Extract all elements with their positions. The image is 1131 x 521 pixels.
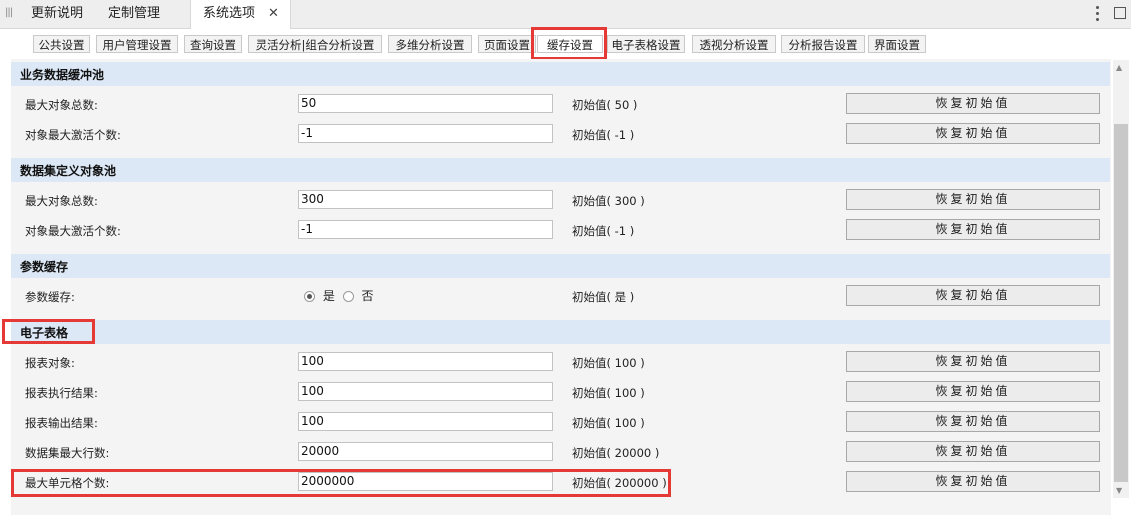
initial-value-text: 初始值( -1 ) [572, 128, 635, 142]
radio-no[interactable] [342, 291, 354, 302]
tab-flexible-analysis-settings[interactable]: 灵活分析|组合分析设置 [248, 35, 382, 53]
setting-row: 最大对象总数: 50 初始值( 50 ) 恢复初始值 [11, 89, 1110, 119]
restore-default-button[interactable]: 恢复初始值 [846, 471, 1100, 492]
section-header-spreadsheet: 电子表格 [11, 320, 1110, 344]
tab-multidim-analysis-settings[interactable]: 多维分析设置 [388, 35, 472, 53]
highlight-box-cache-tab [531, 27, 607, 60]
section-title: 参数缓存 [20, 260, 69, 274]
tab-pivot-analysis-settings[interactable]: 透视分析设置 [692, 35, 776, 53]
setting-row: 报表对象: 100 初始值( 100 ) 恢复初始值 [11, 347, 1110, 377]
initial-value-text: 初始值( 20000 ) [572, 446, 660, 460]
highlight-box-max-cells [11, 469, 671, 497]
section-header-dataset-pool: 数据集定义对象池 [11, 158, 1110, 182]
setting-row: 参数缓存: 是 否 初始值( 是 ) 恢复初始值 [11, 281, 1110, 311]
restore-default-button[interactable]: 恢复初始值 [846, 285, 1100, 306]
initial-value-text: 初始值( 100 ) [572, 386, 645, 400]
setting-label: 最大对象总数: [25, 98, 98, 112]
restore-default-button[interactable]: 恢复初始值 [846, 219, 1100, 240]
setting-label: 参数缓存: [25, 290, 75, 304]
setting-label: 最大对象总数: [25, 194, 98, 208]
report-exec-results-input[interactable]: 100 [298, 382, 553, 401]
report-output-results-input[interactable]: 100 [298, 412, 553, 431]
restore-default-button[interactable]: 恢复初始值 [846, 93, 1100, 114]
setting-label: 数据集最大行数: [25, 446, 110, 460]
param-cache-radio-group: 是 否 [304, 287, 378, 304]
max-active-input[interactable]: -1 [298, 124, 553, 143]
restore-default-button[interactable]: 恢复初始值 [846, 189, 1100, 210]
scrollbar-thumb[interactable] [1114, 124, 1128, 482]
section-title: 业务数据缓冲池 [20, 68, 105, 82]
section-header-business-pool: 业务数据缓冲池 [11, 62, 1110, 86]
tab-query-settings[interactable]: 查询设置 [184, 35, 242, 53]
max-active-input[interactable]: -1 [298, 220, 553, 239]
setting-label: 报表输出结果: [25, 416, 98, 430]
restore-default-button[interactable]: 恢复初始值 [846, 351, 1100, 372]
report-objects-input[interactable]: 100 [298, 352, 553, 371]
setting-label: 对象最大激活个数: [25, 224, 121, 238]
setting-row: 报表输出结果: 100 初始值( 100 ) 恢复初始值 [11, 407, 1110, 437]
tab-update-notes[interactable]: 更新说明 [31, 0, 83, 28]
radio-no-label: 否 [361, 289, 374, 303]
tab-user-management-settings[interactable]: 用户管理设置 [96, 35, 178, 53]
tab-custom-management[interactable]: 定制管理 [108, 0, 160, 28]
setting-row: 对象最大激活个数: -1 初始值( -1 ) 恢复初始值 [11, 215, 1110, 245]
initial-value-text: 初始值( -1 ) [572, 224, 635, 238]
max-objects-input[interactable]: 50 [298, 94, 553, 113]
restore-default-button[interactable]: 恢复初始值 [846, 441, 1100, 462]
max-objects-input[interactable]: 300 [298, 190, 553, 209]
dataset-max-rows-input[interactable]: 20000 [298, 442, 553, 461]
maximize-icon[interactable] [1114, 7, 1126, 19]
tab-system-options-label: 系统选项 [203, 6, 256, 21]
initial-value-text: 初始值( 100 ) [572, 356, 645, 370]
setting-row: 数据集最大行数: 20000 初始值( 20000 ) 恢复初始值 [11, 437, 1110, 467]
close-icon[interactable]: ✕ [268, 0, 279, 28]
section-header-param-cache: 参数缓存 [11, 254, 1110, 278]
radio-yes-label: 是 [322, 289, 335, 303]
initial-value-text: 初始值( 50 ) [572, 98, 638, 112]
setting-row: 最大对象总数: 300 初始值( 300 ) 恢复初始值 [11, 185, 1110, 215]
initial-value-text: 初始值( 100 ) [572, 416, 645, 430]
more-vertical-icon[interactable] [1092, 4, 1102, 24]
initial-value-text: 初始值( 是 ) [572, 290, 635, 304]
top-tab-bar: ||| 更新说明 定制管理 系统选项 ✕ [0, 0, 1131, 29]
restore-default-button[interactable]: 恢复初始值 [846, 123, 1100, 144]
section-title: 数据集定义对象池 [20, 164, 117, 178]
radio-yes[interactable] [304, 291, 315, 302]
setting-label: 对象最大激活个数: [25, 128, 121, 142]
tab-spreadsheet-settings[interactable]: 电子表格设置 [607, 35, 685, 53]
restore-default-button[interactable]: 恢复初始值 [846, 381, 1100, 402]
tab-public-settings[interactable]: 公共设置 [33, 35, 90, 53]
scroll-up-icon[interactable]: ▲ [1116, 63, 1122, 72]
grip-icon[interactable]: ||| [5, 7, 17, 19]
tab-interface-settings[interactable]: 界面设置 [868, 35, 926, 53]
scroll-down-icon[interactable]: ▼ [1116, 486, 1122, 495]
setting-row: 对象最大激活个数: -1 初始值( -1 ) 恢复初始值 [11, 119, 1110, 149]
tab-page-settings[interactable]: 页面设置 [478, 35, 536, 53]
setting-label: 报表执行结果: [25, 386, 98, 400]
setting-label: 报表对象: [25, 356, 75, 370]
restore-default-button[interactable]: 恢复初始值 [846, 411, 1100, 432]
tab-analysis-report-settings[interactable]: 分析报告设置 [781, 35, 865, 53]
highlight-box-spreadsheet-section [2, 319, 95, 344]
setting-row: 报表执行结果: 100 初始值( 100 ) 恢复初始值 [11, 377, 1110, 407]
initial-value-text: 初始值( 300 ) [572, 194, 645, 208]
